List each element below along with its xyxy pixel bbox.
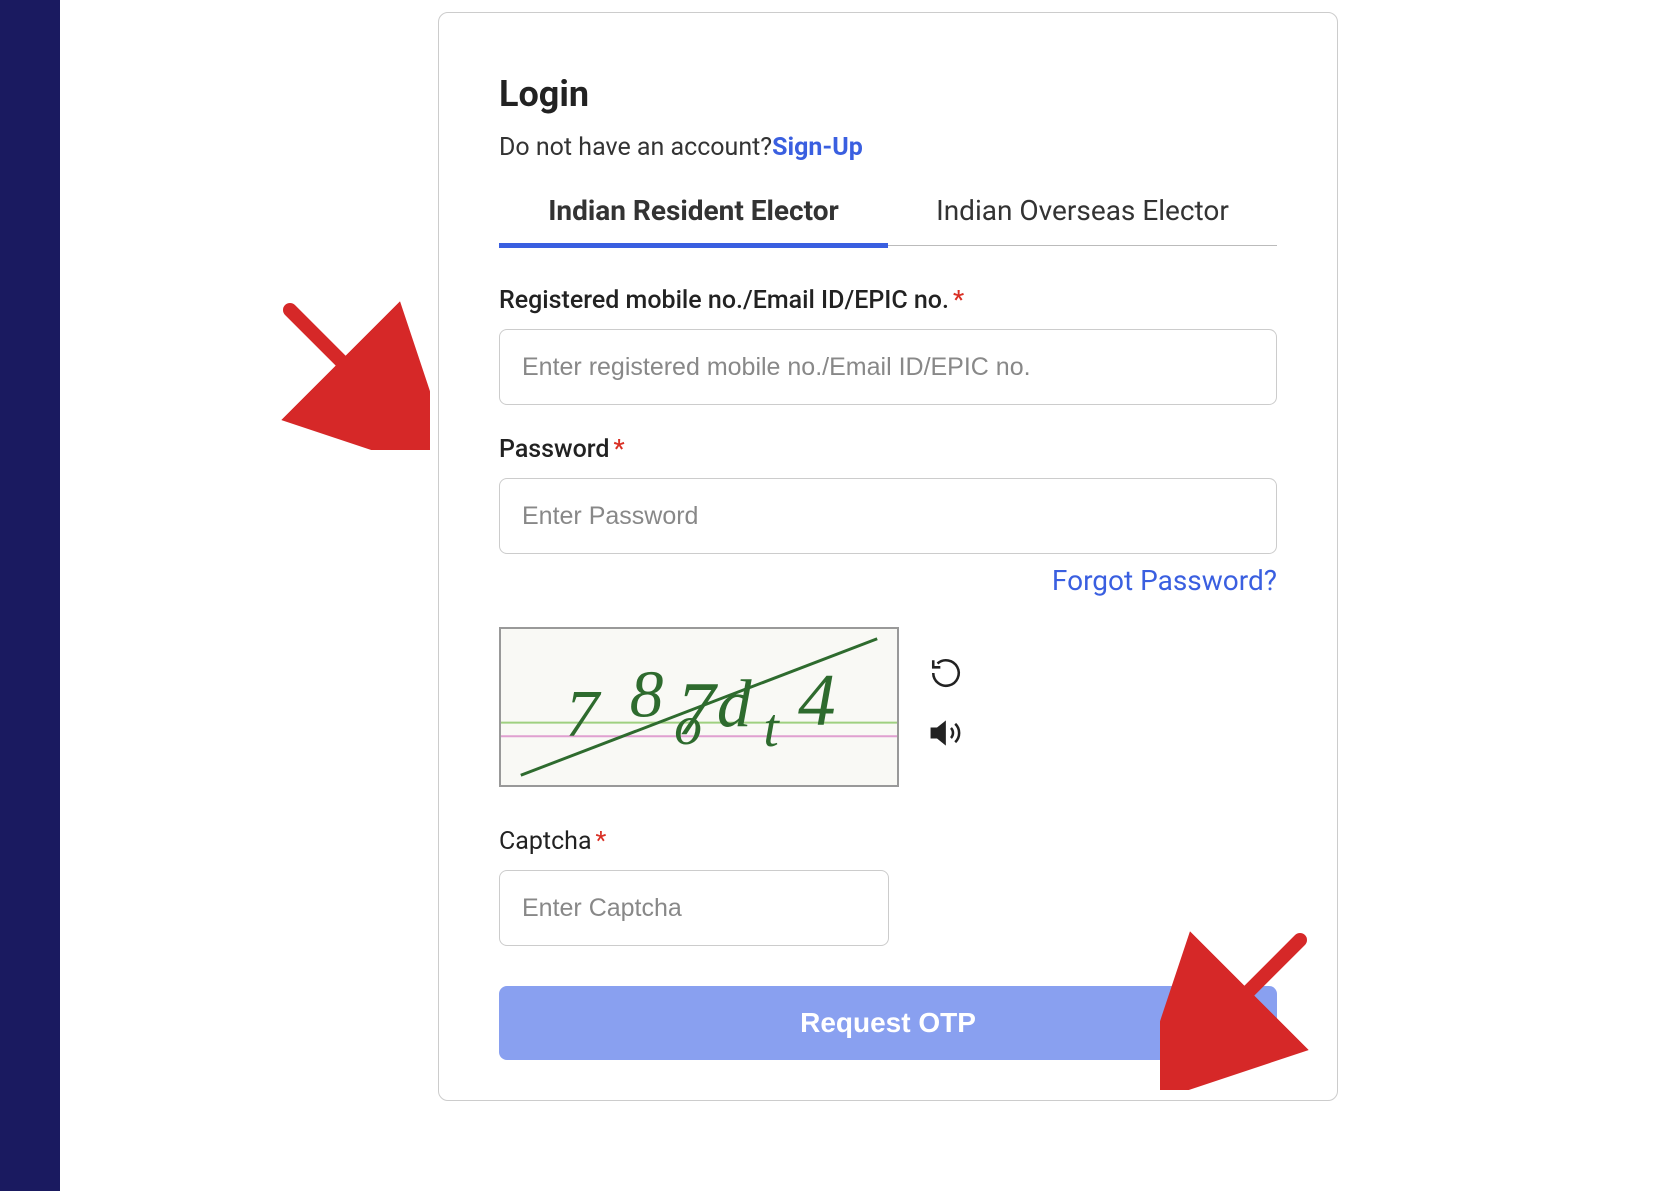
password-label: Password* <box>499 435 1277 464</box>
no-account-text: Do not have an account? <box>499 133 772 162</box>
svg-text:7: 7 <box>565 678 601 751</box>
captcha-image: 7 8 7 o d t 4 <box>499 627 899 787</box>
svg-text:d: d <box>717 666 752 741</box>
captcha-controls <box>929 656 963 758</box>
password-field-group: Password* <box>499 435 1277 554</box>
forgot-password-row: Forgot Password? <box>499 564 1277 597</box>
username-field-group: Registered mobile no./Email ID/EPIC no.* <box>499 286 1277 405</box>
login-card: Login Do not have an account?Sign-Up Ind… <box>438 12 1338 1101</box>
forgot-password-link[interactable]: Forgot Password? <box>1052 564 1277 597</box>
audio-captcha-icon[interactable] <box>929 716 963 758</box>
svg-text:t: t <box>763 697 780 758</box>
required-asterisk: * <box>596 827 607 856</box>
svg-text:8: 8 <box>630 658 664 731</box>
password-label-text: Password <box>499 435 609 464</box>
required-asterisk: * <box>953 286 964 315</box>
refresh-captcha-icon[interactable] <box>929 656 963 698</box>
signup-link[interactable]: Sign-Up <box>772 133 863 162</box>
svg-text:4: 4 <box>798 659 836 741</box>
username-label: Registered mobile no./Email ID/EPIC no.* <box>499 286 1277 315</box>
svg-text:o: o <box>674 695 702 756</box>
login-title: Login <box>499 73 1277 115</box>
request-otp-button[interactable]: Request OTP <box>499 986 1277 1060</box>
captcha-label-text: Captcha <box>499 827 592 856</box>
left-nav-bar <box>0 0 60 1191</box>
password-input[interactable] <box>499 478 1277 554</box>
annotation-arrow-icon <box>270 290 430 450</box>
captcha-field-group: Captcha* <box>499 827 1277 946</box>
captcha-input[interactable] <box>499 870 889 946</box>
signup-prompt: Do not have an account?Sign-Up <box>499 133 1277 162</box>
username-input[interactable] <box>499 329 1277 405</box>
captcha-row: 7 8 7 o d t 4 <box>499 627 1277 787</box>
tab-indian-resident[interactable]: Indian Resident Elector <box>499 194 888 248</box>
captcha-label: Captcha* <box>499 827 1277 856</box>
tab-indian-overseas[interactable]: Indian Overseas Elector <box>888 194 1277 245</box>
username-label-text: Registered mobile no./Email ID/EPIC no. <box>499 286 949 315</box>
login-tabs: Indian Resident Elector Indian Overseas … <box>499 194 1277 246</box>
required-asterisk: * <box>613 435 624 464</box>
